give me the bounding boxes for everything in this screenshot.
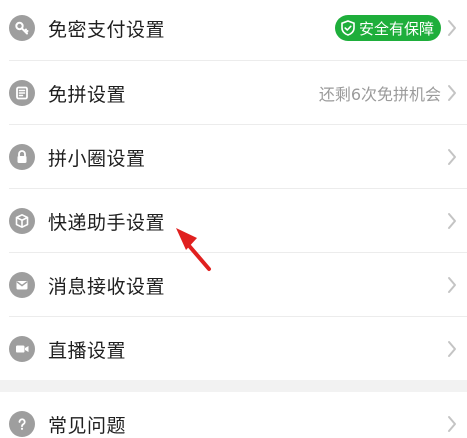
settings-item-label: 常见问题: [48, 414, 127, 437]
package-icon: [9, 208, 35, 234]
settings-item-delivery-assistant[interactable]: 快递助手设置: [0, 189, 467, 253]
chevron-right-icon: [448, 277, 456, 293]
security-badge: 安全有保障: [334, 15, 441, 41]
ticket-icon: [9, 80, 35, 106]
settings-screen: 免密支付设置 安全有保障 免拼设置 还剩6次免拼机会 拼小圈设置 快递助手设置 …: [0, 0, 467, 438]
question-icon: [9, 411, 35, 437]
mail-icon: [9, 272, 35, 298]
settings-item-label: 直播设置: [48, 339, 127, 362]
remaining-free-count: 还剩6次免拼机会: [318, 85, 441, 104]
chevron-right-icon: [448, 213, 456, 229]
settings-item-circle[interactable]: 拼小圈设置: [0, 125, 467, 189]
settings-item-group-free[interactable]: 免拼设置 还剩6次免拼机会: [0, 61, 467, 125]
chevron-right-icon: [448, 149, 456, 165]
security-badge-text: 安全有保障: [358, 19, 434, 38]
video-camera-icon: [9, 336, 35, 362]
settings-item-faq[interactable]: 常见问题: [0, 392, 467, 438]
chevron-right-icon: [448, 85, 456, 101]
settings-item-live-stream[interactable]: 直播设置: [0, 317, 467, 381]
key-icon: [9, 15, 35, 41]
settings-item-message-receiving[interactable]: 消息接收设置: [0, 253, 467, 317]
settings-item-label: 免拼设置: [48, 83, 127, 106]
chevron-right-icon: [448, 416, 456, 432]
chevron-right-icon: [448, 341, 456, 357]
settings-item-label: 快递助手设置: [48, 211, 166, 234]
settings-item-password-free-payment[interactable]: 免密支付设置 安全有保障: [0, 0, 467, 60]
settings-item-label: 拼小圈设置: [48, 147, 146, 170]
settings-item-label: 免密支付设置: [48, 18, 166, 41]
lock-icon: [9, 144, 35, 170]
chevron-right-icon: [448, 20, 456, 36]
shield-check-icon: [341, 20, 355, 36]
settings-item-label: 消息接收设置: [48, 275, 166, 298]
section-separator: [0, 380, 467, 392]
